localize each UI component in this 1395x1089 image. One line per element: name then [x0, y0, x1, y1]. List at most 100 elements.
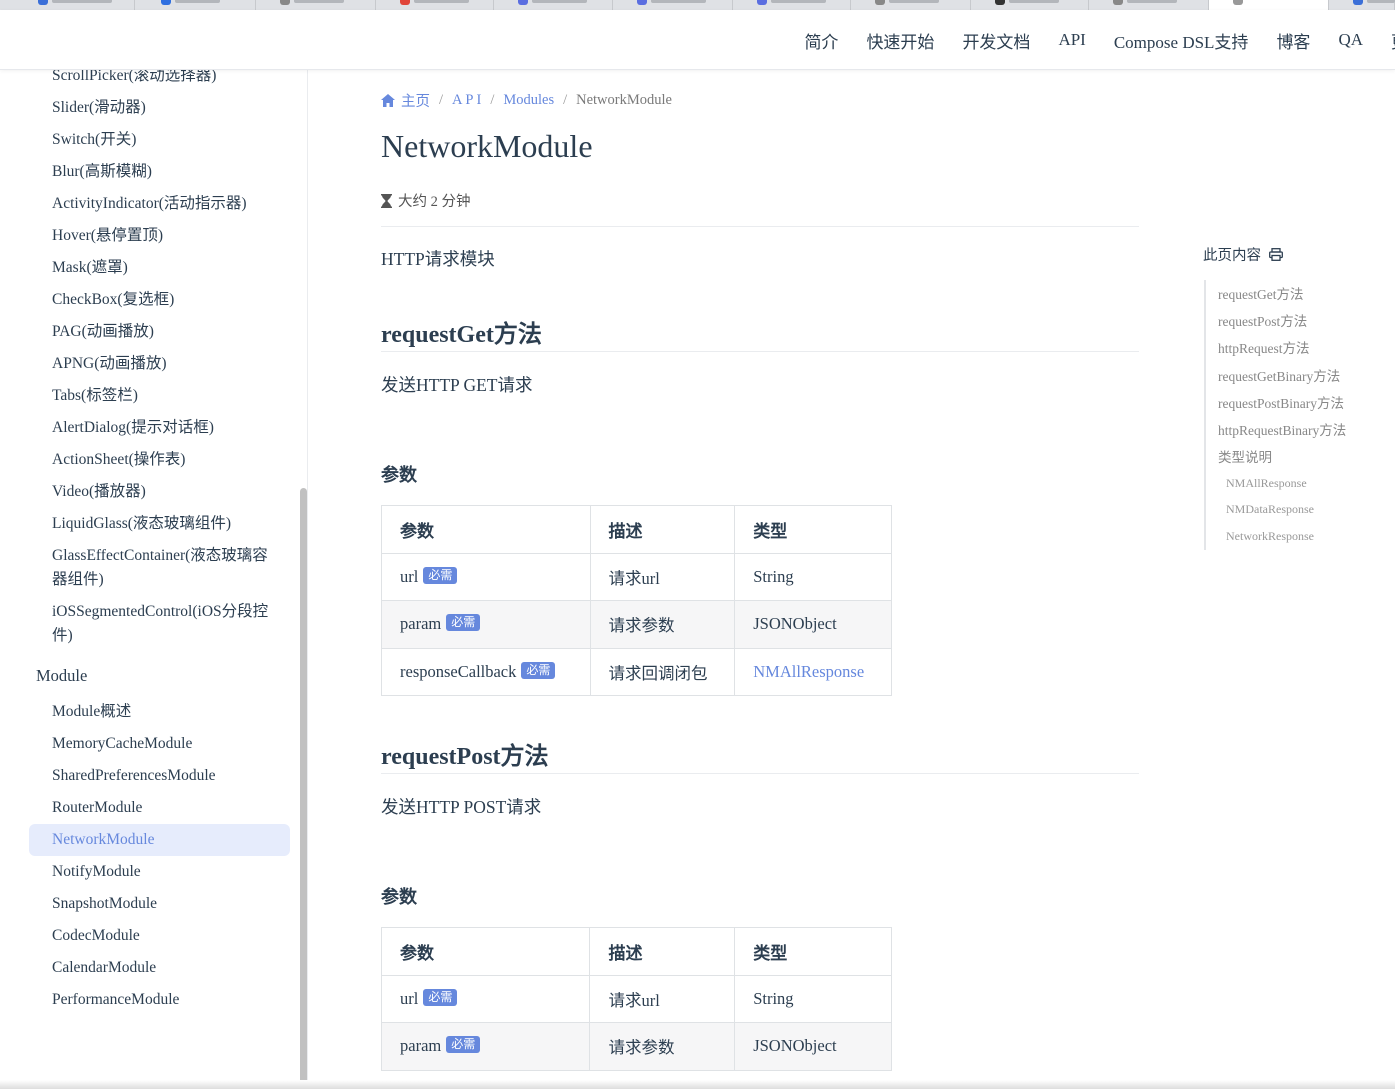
sidebar-item[interactable]: ActionSheet(操作表) — [52, 448, 292, 472]
divider — [381, 351, 1139, 352]
toc-subitem[interactable]: NMAllResponse — [1226, 476, 1307, 491]
intro-text: HTTP请求模块 — [381, 249, 495, 269]
required-badge: 必需 — [446, 1036, 481, 1054]
hourglass-icon — [381, 193, 392, 208]
sidebar-item[interactable]: CodecModule — [52, 924, 292, 948]
param-name: responseCallback — [400, 661, 517, 681]
browser-tab[interactable] — [0, 0, 135, 10]
param-type: JSONObject — [734, 600, 892, 649]
section-desc: 发送HTTP GET请求 — [381, 375, 533, 395]
sidebar-item[interactable]: APNG(动画播放) — [52, 352, 292, 376]
sidebar-item[interactable]: Mask(遮罩) — [52, 256, 292, 280]
param-desc: 请求参数 — [589, 1022, 736, 1071]
sidebar-item[interactable]: Slider(滑动器) — [52, 96, 292, 120]
sidebar-item[interactable]: MemoryCacheModule — [52, 732, 292, 756]
param-type-cell: NMAllResponse — [734, 647, 892, 696]
read-time-text: 大约 2 分钟 — [398, 194, 471, 210]
sidebar-item[interactable]: PerformanceModule — [52, 988, 292, 1012]
sidebar-item[interactable]: Module概述 — [52, 700, 292, 724]
breadcrumb: 主页 / A P I / Modules / NetworkModule — [381, 90, 672, 111]
sidebar-item[interactable]: Tabs(标签栏) — [52, 384, 292, 408]
required-badge: 必需 — [521, 661, 556, 679]
sidebar-item-ios-segmented[interactable]: iOSSegmentedControl(iOS分段控 件) — [52, 600, 292, 648]
sidebar-item[interactable]: Hover(悬停置顶) — [52, 224, 292, 248]
section-desc: 发送HTTP POST请求 — [381, 797, 542, 817]
home-icon — [381, 94, 395, 107]
param-name: url — [400, 988, 419, 1008]
sidebar-item[interactable]: AlertDialog(提示对话框) — [52, 416, 292, 440]
toc-item[interactable]: httpRequest方法 — [1218, 337, 1310, 357]
params-heading: 参数 — [381, 887, 417, 907]
table-row: url 必需 请求url String — [380, 974, 892, 1023]
sidebar-item[interactable]: ScrollPicker(滚动选择器) — [52, 70, 292, 88]
browser-tab[interactable] — [1089, 0, 1209, 10]
browser-tab[interactable] — [1329, 0, 1395, 10]
sidebar-item[interactable]: CalendarModule — [52, 956, 292, 980]
param-type: JSONObject — [734, 1022, 892, 1071]
print-icon[interactable] — [1269, 248, 1283, 261]
breadcrumb-api[interactable]: A P I — [452, 92, 481, 109]
browser-tab[interactable] — [971, 0, 1089, 10]
param-name: url — [400, 566, 419, 586]
breadcrumb-home[interactable]: 主页 — [401, 90, 430, 111]
section-heading-requestget: requestGet方法 — [381, 322, 542, 348]
browser-tab[interactable] — [256, 0, 376, 10]
toc-subitem[interactable]: NetworkResponse — [1226, 529, 1314, 544]
divider — [381, 773, 1139, 774]
browser-tab[interactable] — [135, 0, 256, 10]
nav-link-dev-docs[interactable]: 开发文档 — [962, 28, 1030, 53]
nav-link-changelog[interactable]: 更新 — [1391, 28, 1395, 53]
nav-link-blog[interactable]: 博客 — [1276, 28, 1310, 53]
table-header: 描述 — [589, 505, 736, 554]
params-table: 参数 描述 类型 url 必需 请求url String param 必需 请求参数… — [381, 505, 892, 696]
params-heading: 参数 — [381, 465, 417, 485]
table-header: 类型 — [734, 927, 892, 976]
toc-item[interactable]: requestGet方法 — [1218, 283, 1303, 303]
toc-subitem[interactable]: NMDataResponse — [1226, 502, 1314, 517]
sidebar-item[interactable]: PAG(动画播放) — [52, 320, 292, 344]
nav-links: 简介 快速开始 开发文档 API Compose DSL支持 博客 QA 更新 — [776, 10, 1395, 70]
toc-item[interactable]: httpRequestBinary方法 — [1218, 419, 1346, 439]
table-row: param 必需 请求参数 JSONObject — [381, 600, 892, 649]
sidebar-item-label-line1: iOSSegmentedControl(iOS分段控 — [52, 603, 269, 620]
sidebar-item[interactable]: Video(播放器) — [52, 480, 292, 504]
sidebar-item-label-line2: 器组件) — [52, 571, 104, 588]
sidebar-item[interactable]: ActivityIndicator(活动指示器) — [52, 192, 292, 216]
divider — [381, 226, 1139, 227]
browser-tab[interactable] — [494, 0, 613, 10]
browser-tab[interactable] — [613, 0, 733, 10]
nav-link-qa[interactable]: QA — [1338, 30, 1363, 50]
table-header-row: 参数 描述 类型 — [381, 505, 892, 554]
browser-tab[interactable] — [851, 0, 971, 10]
sidebar-item[interactable]: CheckBox(复选框) — [52, 288, 292, 312]
param-name-cell: url 必需 — [380, 974, 591, 1023]
sidebar-item[interactable]: NotifyModule — [52, 860, 292, 884]
nav-link-intro[interactable]: 简介 — [804, 28, 838, 53]
sidebar-item[interactable]: SnapshotModule — [52, 892, 292, 916]
sidebar-item[interactable]: Switch(开关) — [52, 128, 292, 152]
toc-item[interactable]: requestPostBinary方法 — [1218, 392, 1344, 412]
sidebar-item-glass-container[interactable]: GlassEffectContainer(液态玻璃容 器组件) — [52, 544, 292, 592]
sidebar-item[interactable]: Blur(高斯模糊) — [52, 160, 292, 184]
browser-tab[interactable] — [376, 0, 494, 10]
sidebar-item[interactable]: RouterModule — [52, 796, 292, 820]
required-badge: 必需 — [446, 614, 481, 632]
sidebar-group-module[interactable]: Module — [36, 666, 87, 686]
sidebar-item-active[interactable]: NetworkModule — [52, 828, 292, 852]
window-bottom-edge — [0, 1080, 1395, 1089]
toc-item[interactable]: requestGetBinary方法 — [1218, 365, 1340, 385]
toc-item[interactable]: requestPost方法 — [1218, 310, 1307, 330]
nav-link-quickstart[interactable]: 快速开始 — [866, 28, 934, 53]
toc-item[interactable]: 类型说明 — [1218, 446, 1272, 466]
browser-tab[interactable] — [733, 0, 851, 10]
sidebar-item[interactable]: LiquidGlass(液态玻璃组件) — [52, 512, 292, 536]
sidebar-scrollbar[interactable] — [300, 488, 307, 1086]
browser-tab-active[interactable] — [1209, 0, 1329, 10]
required-badge: 必需 — [423, 988, 458, 1006]
breadcrumb-modules[interactable]: Modules — [503, 92, 554, 109]
type-link-nmallresponse[interactable]: NMAllResponse — [753, 662, 864, 681]
param-name-cell: param 必需 — [381, 600, 591, 649]
nav-link-api[interactable]: API — [1058, 30, 1085, 50]
sidebar-item[interactable]: SharedPreferencesModule — [52, 764, 292, 788]
nav-link-compose-dsl[interactable]: Compose DSL支持 — [1114, 28, 1249, 53]
